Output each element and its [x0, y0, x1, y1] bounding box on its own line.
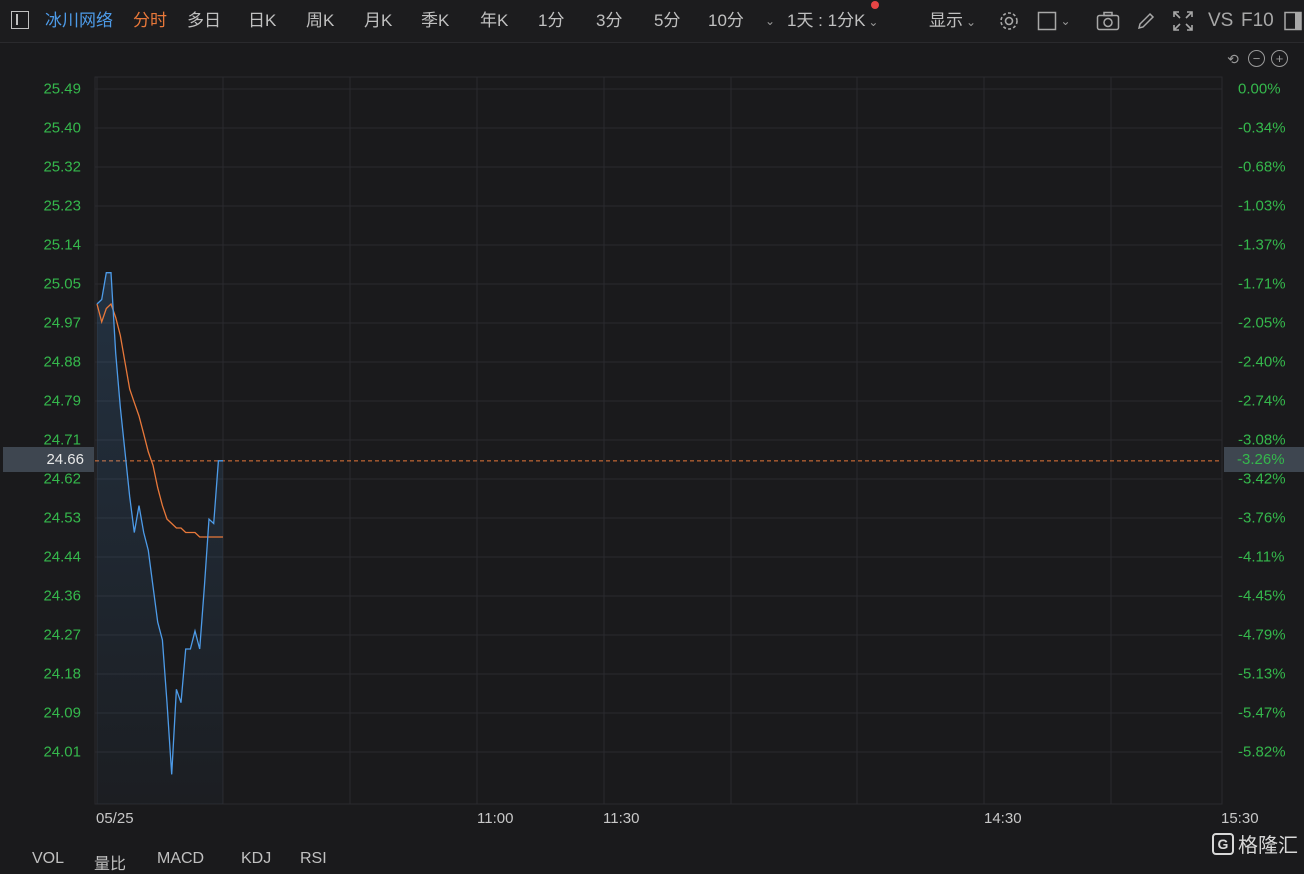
percent-tick-label: -3.42%	[1238, 470, 1286, 488]
price-tick-label: 24.18	[43, 665, 81, 683]
price-tick-label: 24.01	[43, 743, 81, 761]
watermark: G 格隆汇	[1212, 829, 1298, 858]
current-price-tag: 24.66	[3, 447, 94, 472]
price-tick-label: 24.71	[43, 431, 81, 449]
price-tick-label: 25.23	[43, 197, 81, 215]
price-tick-label: 24.79	[43, 392, 81, 410]
percent-tick-label: -2.05%	[1238, 314, 1286, 332]
gelonghui-logo-icon: G	[1212, 832, 1234, 855]
percent-tick-label: -5.13%	[1238, 665, 1286, 683]
toolbar: 冰川网络 分时 多日 日K 周K 月K 季K 年K 1分 3分 5分 10分 ⌄…	[0, 0, 1304, 43]
tab-10min[interactable]: 10分	[708, 10, 744, 32]
price-tick-label: 25.49	[43, 80, 81, 98]
compare-vs-button[interactable]: VS	[1208, 10, 1233, 32]
intraday-chart[interactable]	[0, 0, 1304, 861]
price-tick-label: 24.27	[43, 626, 81, 644]
tab-5min[interactable]: 5分	[654, 10, 680, 32]
current-percent-tag: -3.26%	[1224, 447, 1304, 472]
time-tick-label: 11:30	[603, 810, 640, 827]
price-tick-label: 24.62	[43, 470, 81, 488]
display-label: 显示	[929, 11, 963, 30]
percent-tick-label: -4.45%	[1238, 587, 1286, 605]
time-tick-label: 14:30	[984, 810, 1022, 827]
period-select-label: 1天 : 1分K	[787, 11, 866, 30]
price-tick-label: 24.88	[43, 353, 81, 371]
tab-3min[interactable]: 3分	[596, 10, 622, 32]
watermark-text: 格隆汇	[1238, 835, 1298, 857]
price-tick-label: 24.09	[43, 704, 81, 722]
tab-daily-k[interactable]: 日K	[248, 10, 276, 32]
time-tick-label: 11:00	[477, 810, 514, 827]
percent-tick-label: 0.00%	[1238, 80, 1281, 98]
price-tick-label: 25.40	[43, 119, 81, 137]
indicator-tab-macd[interactable]: MACD	[157, 850, 204, 868]
square-icon	[1038, 11, 1057, 31]
price-tick-label: 24.53	[43, 509, 81, 527]
indicator-tab-vol[interactable]: VOL	[32, 850, 64, 868]
price-tick-label: 25.05	[43, 275, 81, 293]
notification-dot	[871, 1, 879, 9]
chevron-down-icon: ⌄	[1060, 14, 1071, 28]
tab-quarterly-k[interactable]: 季K	[421, 10, 449, 32]
percent-tick-label: -0.68%	[1238, 158, 1286, 176]
percent-tick-label: -1.71%	[1238, 275, 1286, 293]
display-menu[interactable]: 显示 ⌄	[929, 10, 976, 33]
plot-border	[94, 76, 1223, 805]
price-tick-label: 25.32	[43, 158, 81, 176]
percent-tick-label: -2.74%	[1238, 392, 1286, 410]
settings-gear-icon[interactable]	[997, 10, 1021, 32]
indicator-tab-volume-ratio[interactable]: 量比	[94, 850, 126, 874]
price-axis: 25.49 25.40 25.32 25.23 25.14 25.05 24.97 24.88…	[0, 0, 81, 861]
price-area	[97, 272, 223, 804]
layout-select[interactable]: ⌄	[1036, 10, 1072, 32]
tab-1min[interactable]: 1分	[538, 10, 564, 32]
tab-monthly-k[interactable]: 月K	[364, 10, 392, 32]
price-tick-label: 25.14	[43, 236, 81, 254]
chevron-down-icon: ⌄	[868, 15, 879, 29]
average-price-line	[96, 302, 223, 538]
percent-tick-label: -1.37%	[1238, 236, 1286, 254]
chevron-down-icon: ⌄	[966, 15, 977, 29]
percent-tick-label: -2.40%	[1238, 353, 1286, 371]
price-tick-label: 24.97	[43, 314, 81, 332]
tab-intraday[interactable]: 分时	[133, 10, 167, 32]
price-line	[96, 272, 223, 775]
percent-tick-label: -1.03%	[1238, 197, 1286, 215]
percent-tick-label: -4.79%	[1238, 626, 1286, 644]
indicator-tab-kdj[interactable]: KDJ	[241, 850, 271, 868]
period-select[interactable]: 1天 : 1分K ⌄	[787, 10, 878, 33]
price-tick-label: 24.36	[43, 587, 81, 605]
percent-tick-label: -5.47%	[1238, 704, 1286, 722]
fullscreen-icon[interactable]	[1171, 10, 1195, 32]
tab-yearly-k[interactable]: 年K	[480, 10, 508, 32]
price-tick-label: 24.44	[43, 548, 81, 566]
indicator-tab-rsi[interactable]: RSI	[300, 850, 327, 868]
percent-axis: 0.00% -0.34% -0.68% -1.03% -1.37% -1.71% -2.05…	[1238, 0, 1304, 861]
tab-weekly-k[interactable]: 周K	[306, 10, 334, 32]
time-tick-label: 05/25	[96, 810, 134, 827]
percent-tick-label: -5.82%	[1238, 743, 1286, 761]
time-tick-label: 15:30	[1221, 810, 1259, 827]
tab-multi-day[interactable]: 多日	[187, 10, 221, 32]
percent-tick-label: -3.08%	[1238, 431, 1286, 449]
more-periods-chevron-icon[interactable]: ⌄	[758, 10, 782, 32]
percent-tick-label: -4.11%	[1238, 548, 1285, 566]
percent-tick-label: -3.76%	[1238, 509, 1286, 527]
percent-tick-label: -0.34%	[1238, 119, 1286, 137]
draw-pencil-icon[interactable]	[1134, 10, 1158, 32]
camera-icon[interactable]	[1096, 10, 1120, 32]
